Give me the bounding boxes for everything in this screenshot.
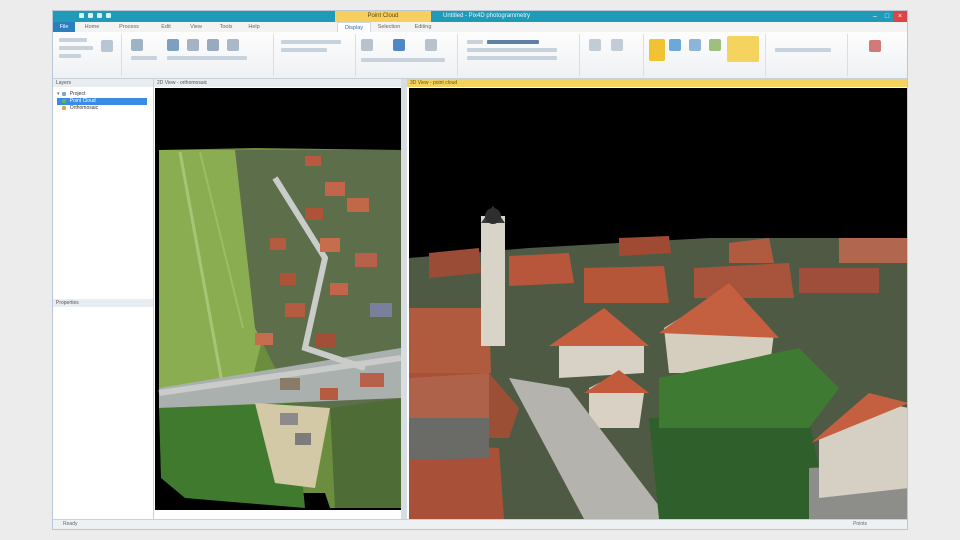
quick-access-toolbar [79, 13, 111, 18]
properties-panel-title: Properties [53, 299, 153, 307]
save-icon[interactable] [79, 13, 84, 18]
title-bar: Point Cloud Untitled - Pix4D photogramme… [53, 11, 907, 22]
ribbon [53, 32, 907, 79]
ribbon-group-4 [357, 34, 458, 76]
ribbon-group-6 [581, 34, 644, 76]
redo-icon[interactable] [97, 13, 102, 18]
undo-icon[interactable] [88, 13, 93, 18]
ribbon-group-3 [275, 34, 356, 76]
tab-process[interactable]: Process [109, 22, 149, 32]
tree-item-point-cloud[interactable]: Point Cloud [57, 98, 147, 105]
tab-view[interactable]: View [183, 22, 209, 32]
tab-file[interactable]: File [53, 22, 75, 32]
ribbon-group-1 [55, 34, 122, 76]
camera-icon[interactable] [425, 39, 437, 51]
application-window: Point Cloud Untitled - Pix4D photogramme… [52, 10, 908, 530]
status-left: Ready [63, 521, 78, 527]
window-title: Untitled - Pix4D photogrammetry [443, 13, 531, 19]
status-right: Points [853, 521, 867, 527]
tab-editing[interactable]: Editing [409, 22, 437, 32]
measure-icon[interactable] [227, 39, 239, 51]
crop-icon[interactable] [611, 39, 623, 51]
tree-item-project[interactable]: ▾ Project [57, 91, 147, 98]
tab-tools[interactable]: Tools [213, 22, 239, 32]
tab-selection[interactable]: Selection [373, 22, 405, 32]
tree-label: Orthomosaic [69, 105, 99, 111]
minimize-icon[interactable]: – [869, 11, 881, 22]
ribbon-group-8 [767, 34, 848, 76]
view-2d-title: 2D View - orthomosaic [154, 79, 402, 87]
terrain-icon[interactable] [709, 39, 721, 51]
maximize-icon[interactable]: □ [881, 11, 893, 22]
ribbon-group-5 [459, 34, 580, 76]
ribbon-group-7 [645, 34, 766, 76]
tab-help[interactable]: Help [243, 22, 265, 32]
tab-edit[interactable]: Edit [153, 22, 179, 32]
export-icon[interactable] [869, 40, 881, 52]
ribbon-group-9 [849, 34, 905, 76]
layers-panel-title: Layers [53, 79, 153, 87]
view-3d-title: 3D View - point cloud [407, 79, 907, 87]
status-bar: Ready Points [53, 519, 907, 529]
image-icon [62, 105, 67, 110]
tree-label: Project [69, 91, 86, 97]
close-icon[interactable]: × [893, 11, 907, 22]
settings-icon[interactable] [101, 40, 113, 52]
import-icon[interactable] [131, 39, 143, 51]
view-icon[interactable] [361, 39, 373, 51]
tab-home[interactable]: Home [79, 22, 105, 32]
tree-label: Point Cloud [69, 98, 96, 104]
point-cloud-viewport[interactable] [409, 88, 907, 519]
chevron-down-icon[interactable]: ▾ [57, 91, 61, 98]
layers-icon[interactable] [187, 39, 199, 51]
filter-icon[interactable] [589, 39, 601, 51]
globe-icon[interactable] [669, 39, 681, 51]
cloud-icon[interactable] [393, 39, 405, 51]
open-icon[interactable] [106, 13, 111, 18]
orthomosaic-image [155, 88, 401, 510]
tree-item-orthomosaic[interactable]: Orthomosaic [57, 105, 147, 112]
splitter[interactable] [401, 79, 407, 519]
folder-icon [62, 91, 67, 96]
point-cloud-icon[interactable] [649, 39, 665, 61]
contextual-tab[interactable]: Point Cloud [335, 11, 431, 22]
point-cloud-render [409, 88, 907, 519]
cloud-icon [62, 98, 67, 103]
render-button[interactable] [727, 36, 759, 62]
mesh-icon[interactable] [207, 39, 219, 51]
grid-icon[interactable] [689, 39, 701, 51]
orthomosaic-viewport[interactable] [155, 88, 401, 510]
folder-icon[interactable] [167, 39, 179, 51]
sidebar: Layers ▾ Project Point Cloud Orthomosaic… [53, 79, 154, 519]
ribbon-group-2 [123, 34, 274, 76]
layers-tree: ▾ Project Point Cloud Orthomosaic [57, 91, 147, 112]
